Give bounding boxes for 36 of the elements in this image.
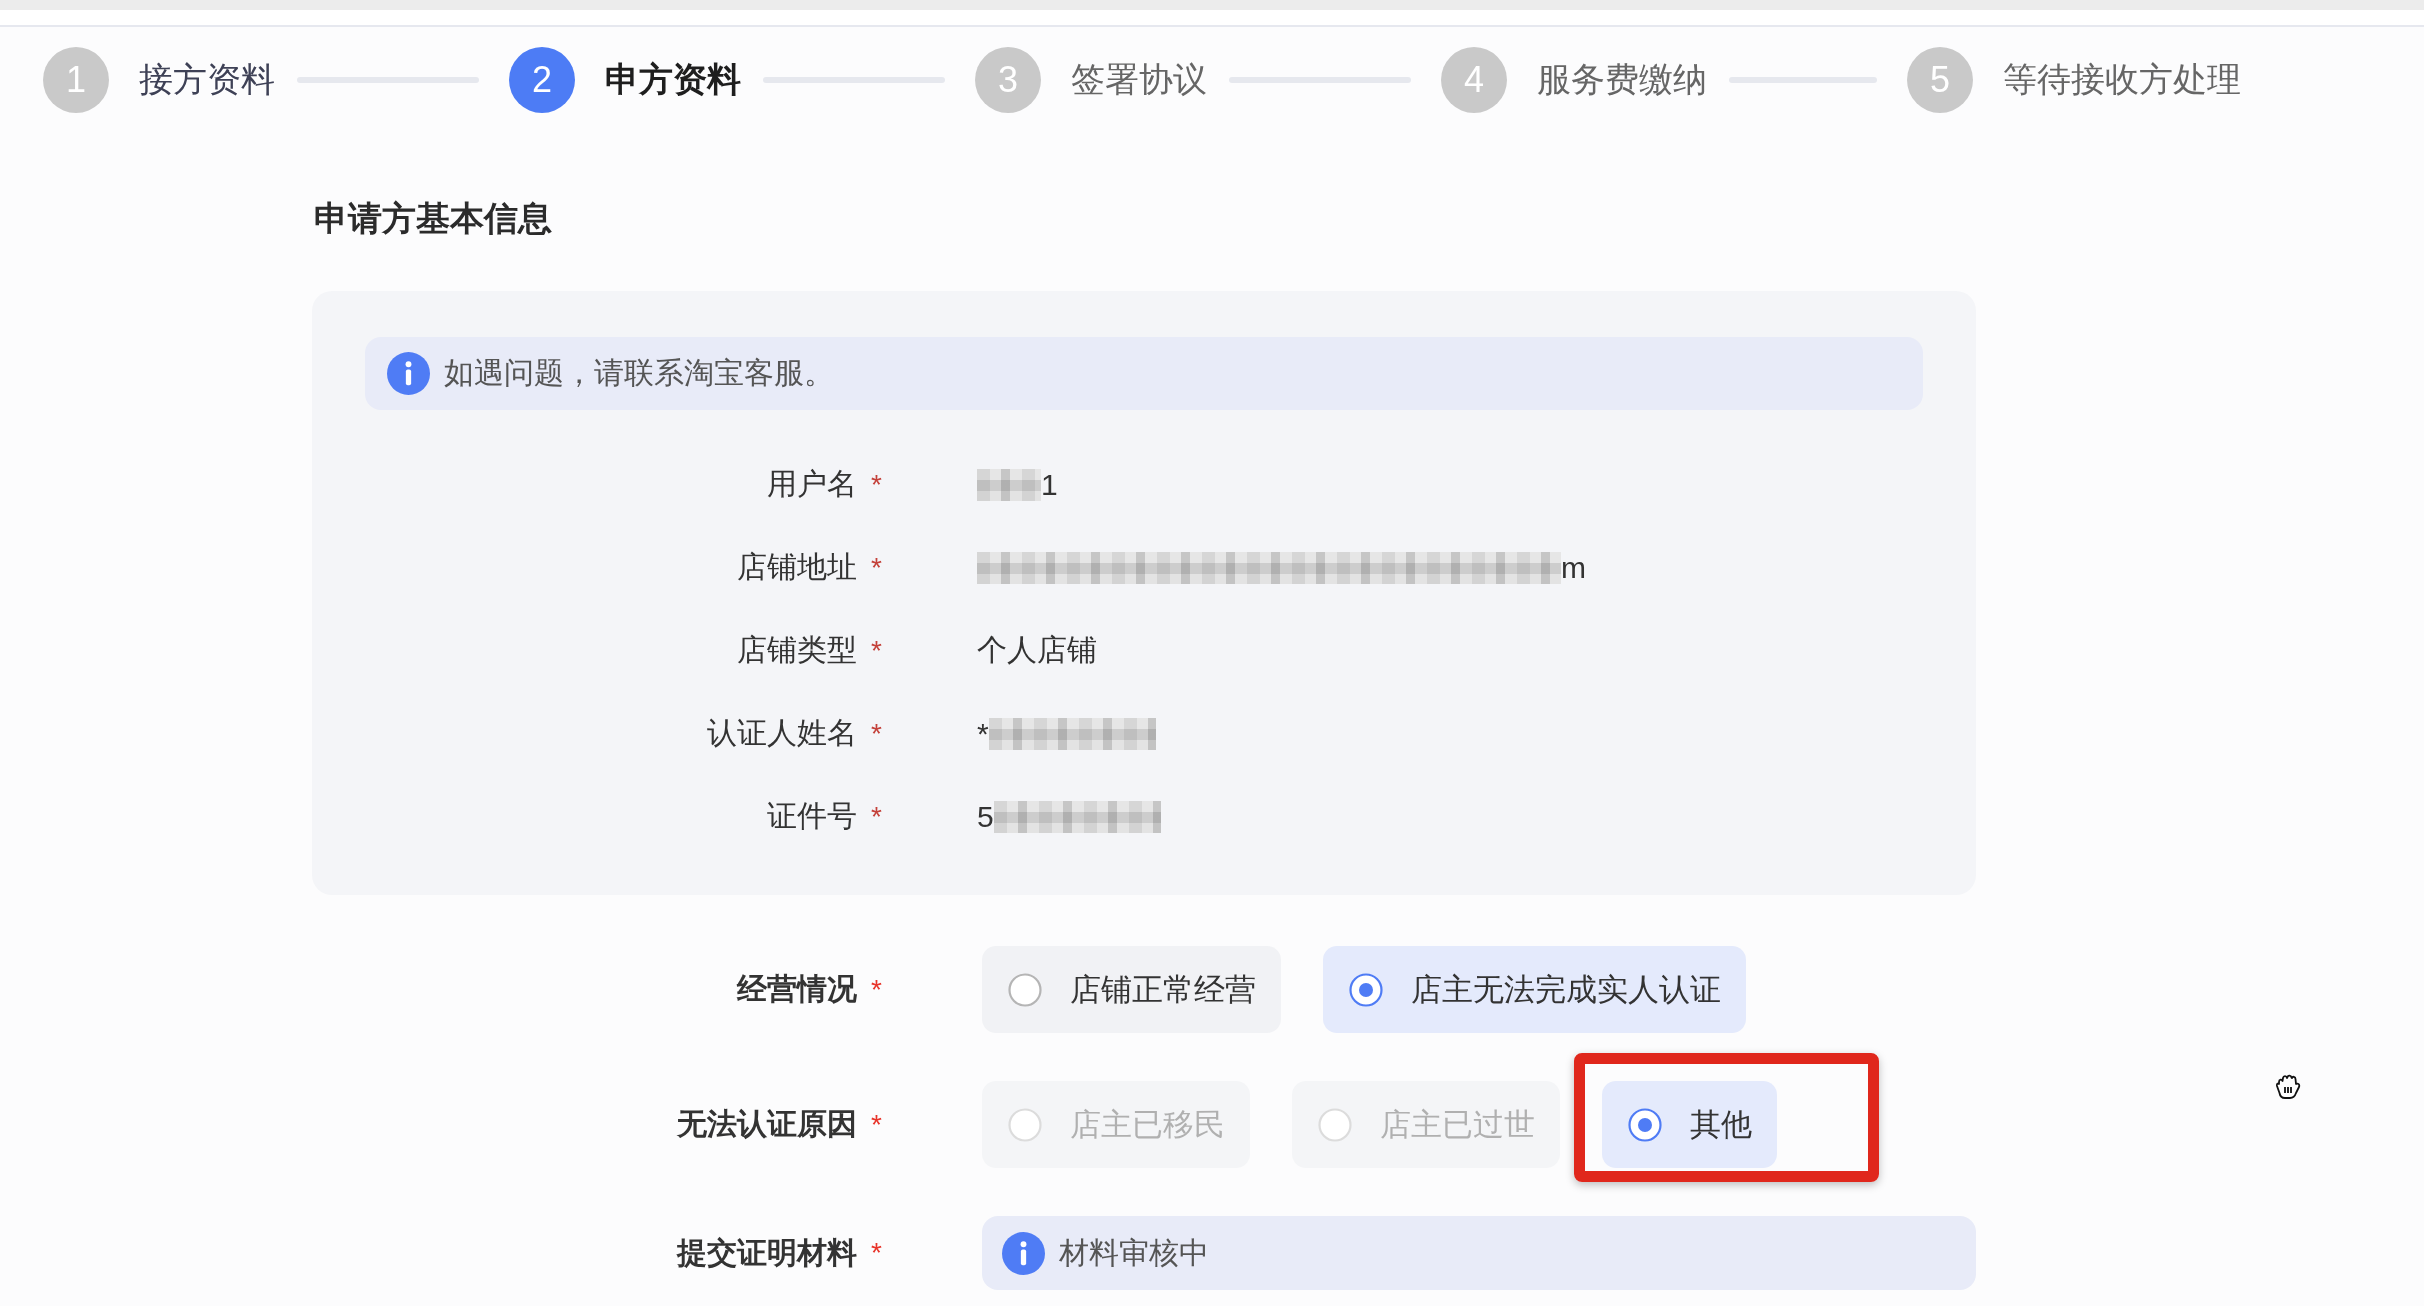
form-label: 提交证明材料 [677,1234,857,1271]
step-label: 服务费缴纳 [1537,59,1707,100]
radio-option[interactable]: 店铺正常经营 [982,946,1281,1033]
field-label: 认证人姓名 [707,715,857,751]
required-mark: * [870,800,882,833]
step-label: 接方资料 [139,59,275,100]
field-value: * [977,716,989,751]
field-value: 1 [1041,467,1058,502]
step-label: 申方资料 [605,59,741,100]
field-value: 5 [977,799,994,834]
form-label: 经营情况 [737,971,857,1007]
field-value: 个人店铺 [977,632,1097,668]
notice-text: 如遇问题，请联系淘宝客服。 [444,355,834,391]
field-label: 用户名 [767,466,857,502]
required-mark: * [870,973,882,1006]
required-mark: * [870,717,882,750]
section-title: 申请方基本信息 [314,198,552,239]
field-value: m [1561,550,1586,585]
field-label: 证件号 [767,798,857,834]
info-icon [1002,1231,1045,1275]
radio-option[interactable]: 店主无法完成实人认证 [1323,946,1746,1033]
required-mark: * [870,1108,882,1141]
field-label: 店铺类型 [737,632,857,668]
required-mark: * [870,468,882,501]
pixelated-redaction [977,468,1041,501]
required-mark: * [870,551,882,584]
required-mark: * [870,1237,882,1269]
hand-cursor-icon [2274,1073,2302,1100]
status-text: 材料审核中 [1059,1234,1209,1271]
step-label: 签署协议 [1071,59,1207,100]
form-label: 无法认证原因 [677,1106,857,1142]
field-label: 店铺地址 [737,549,857,585]
info-icon [387,352,430,395]
step-number: 2 [509,47,575,113]
step-label: 等待接收方处理 [2003,59,2241,100]
required-mark: * [870,634,882,667]
